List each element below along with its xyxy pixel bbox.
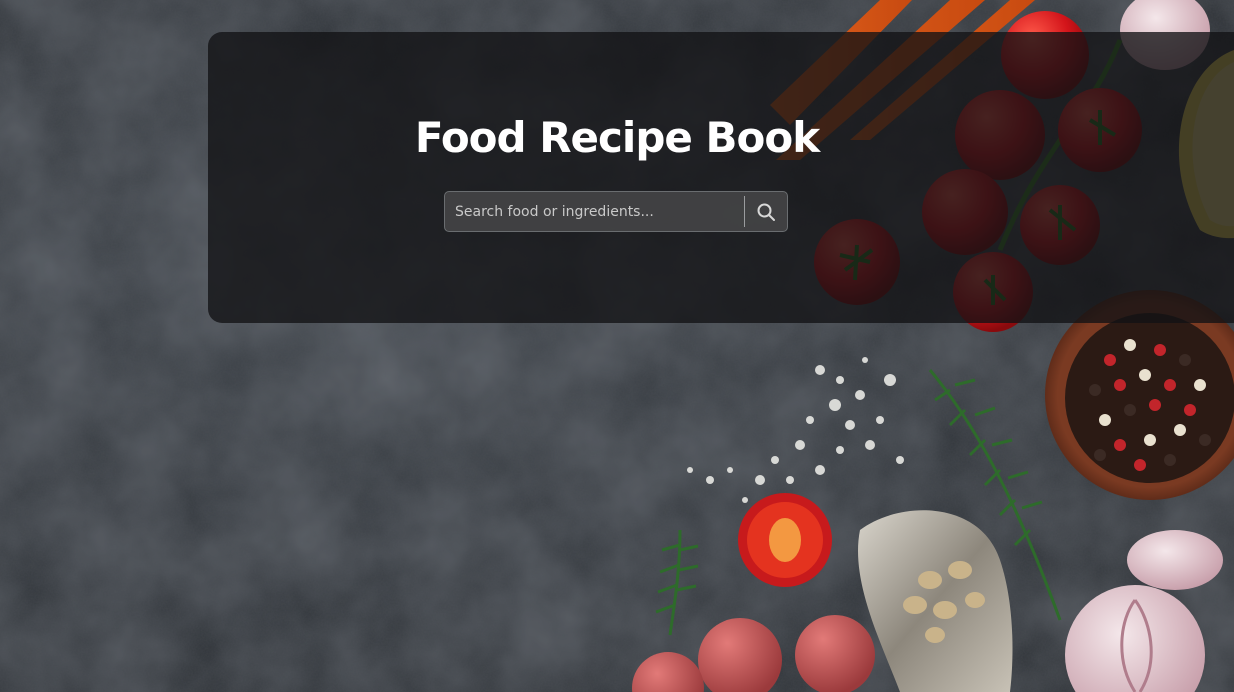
page-title: Food Recipe Book bbox=[414, 113, 820, 163]
search-box bbox=[444, 191, 788, 232]
hero-panel bbox=[208, 32, 1234, 323]
search-input[interactable] bbox=[445, 192, 744, 231]
search-button[interactable] bbox=[745, 192, 787, 231]
search-icon bbox=[757, 203, 775, 221]
page: Food Recipe Book bbox=[0, 0, 1234, 692]
